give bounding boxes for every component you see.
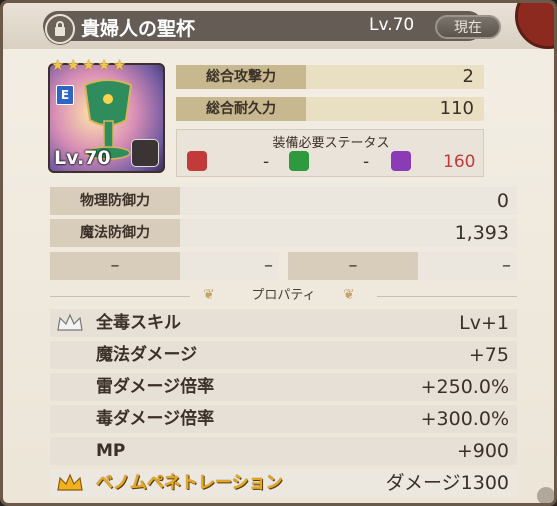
property-value: +75	[468, 344, 509, 366]
property-row: 全毒スキル Lv+1	[50, 309, 517, 337]
magic-defense-label: 魔法防御力	[50, 219, 180, 247]
magic-wand-icon	[391, 151, 411, 171]
attack-value: 2	[306, 65, 484, 89]
lock-icon[interactable]	[45, 14, 75, 44]
requirement-value-2: -	[363, 152, 370, 172]
property-name: 全毒スキル	[96, 313, 181, 333]
property-row: 魔法ダメージ +75	[50, 341, 517, 369]
property-name: 魔法ダメージ	[96, 345, 198, 365]
requirement-value-1: -	[263, 152, 270, 172]
current-button[interactable]: 現在	[435, 15, 501, 39]
empty-slot-right-label: –	[288, 252, 418, 280]
property-value: +300.0%	[420, 408, 509, 430]
attack-label: 総合攻撃力	[176, 65, 306, 89]
physical-defense-label: 物理防御力	[50, 187, 180, 215]
empty-slot-right-value: –	[418, 252, 517, 280]
physical-defense-row: 物理防御力 0	[50, 187, 517, 215]
empty-slot-left-value: –	[180, 252, 279, 280]
property-value: +900	[456, 440, 509, 462]
property-value: +250.0%	[420, 376, 509, 398]
watermark-icon	[537, 487, 554, 503]
requirements-box: 装備必要ステータス - - 160	[176, 129, 484, 177]
weapon-portrait: E Lv.70	[48, 63, 165, 173]
equipment-detail-panel: 貴婦人の聖杯 Lv.70 現在 E Lv.70 ★★★★★ 総合攻撃力 2 総合…	[0, 0, 557, 506]
gold-crown-icon	[57, 473, 83, 491]
property-name: 毒ダメージ倍率	[96, 409, 215, 429]
empty-slot-right: – –	[288, 252, 517, 280]
weapon-level: Lv.70	[54, 147, 111, 169]
requirement-value-3: 160	[443, 152, 476, 172]
requirements-title: 装備必要ステータス	[272, 136, 390, 151]
crown-icon	[57, 313, 83, 331]
skill-orb-icon[interactable]	[131, 139, 159, 167]
magic-defense-row: 魔法防御力 1,393	[50, 219, 517, 247]
property-name: 雷ダメージ倍率	[96, 377, 215, 397]
fist-icon	[187, 151, 207, 171]
element-badge: E	[56, 85, 74, 105]
property-row: MP +900	[50, 437, 517, 465]
property-row: 雷ダメージ倍率 +250.0%	[50, 373, 517, 401]
magic-defense-value: 1,393	[180, 219, 517, 247]
durability-value: 110	[306, 97, 484, 121]
property-row: 毒ダメージ倍率 +300.0%	[50, 405, 517, 433]
property-value: ダメージ1300	[385, 472, 509, 494]
empty-slot-left: – –	[50, 252, 279, 280]
empty-slot-left-label: –	[50, 252, 180, 280]
physical-defense-value: 0	[180, 187, 517, 215]
item-level: Lv.70	[369, 15, 415, 35]
property-row: ベノムペネトレーション ダメージ1300	[50, 469, 517, 497]
durability-row: 総合耐久力 110	[176, 97, 484, 121]
star-clover-icon	[289, 151, 309, 171]
rarity-stars: ★★★★★	[51, 56, 129, 74]
properties-header: プロパティ	[251, 288, 316, 303]
durability-label: 総合耐久力	[176, 97, 306, 121]
property-name: ベノムペネトレーション	[96, 473, 283, 493]
item-name: 貴婦人の聖杯	[81, 18, 196, 40]
property-value: Lv+1	[459, 312, 509, 334]
attack-row: 総合攻撃力 2	[176, 65, 484, 89]
property-name: MP	[96, 441, 126, 461]
